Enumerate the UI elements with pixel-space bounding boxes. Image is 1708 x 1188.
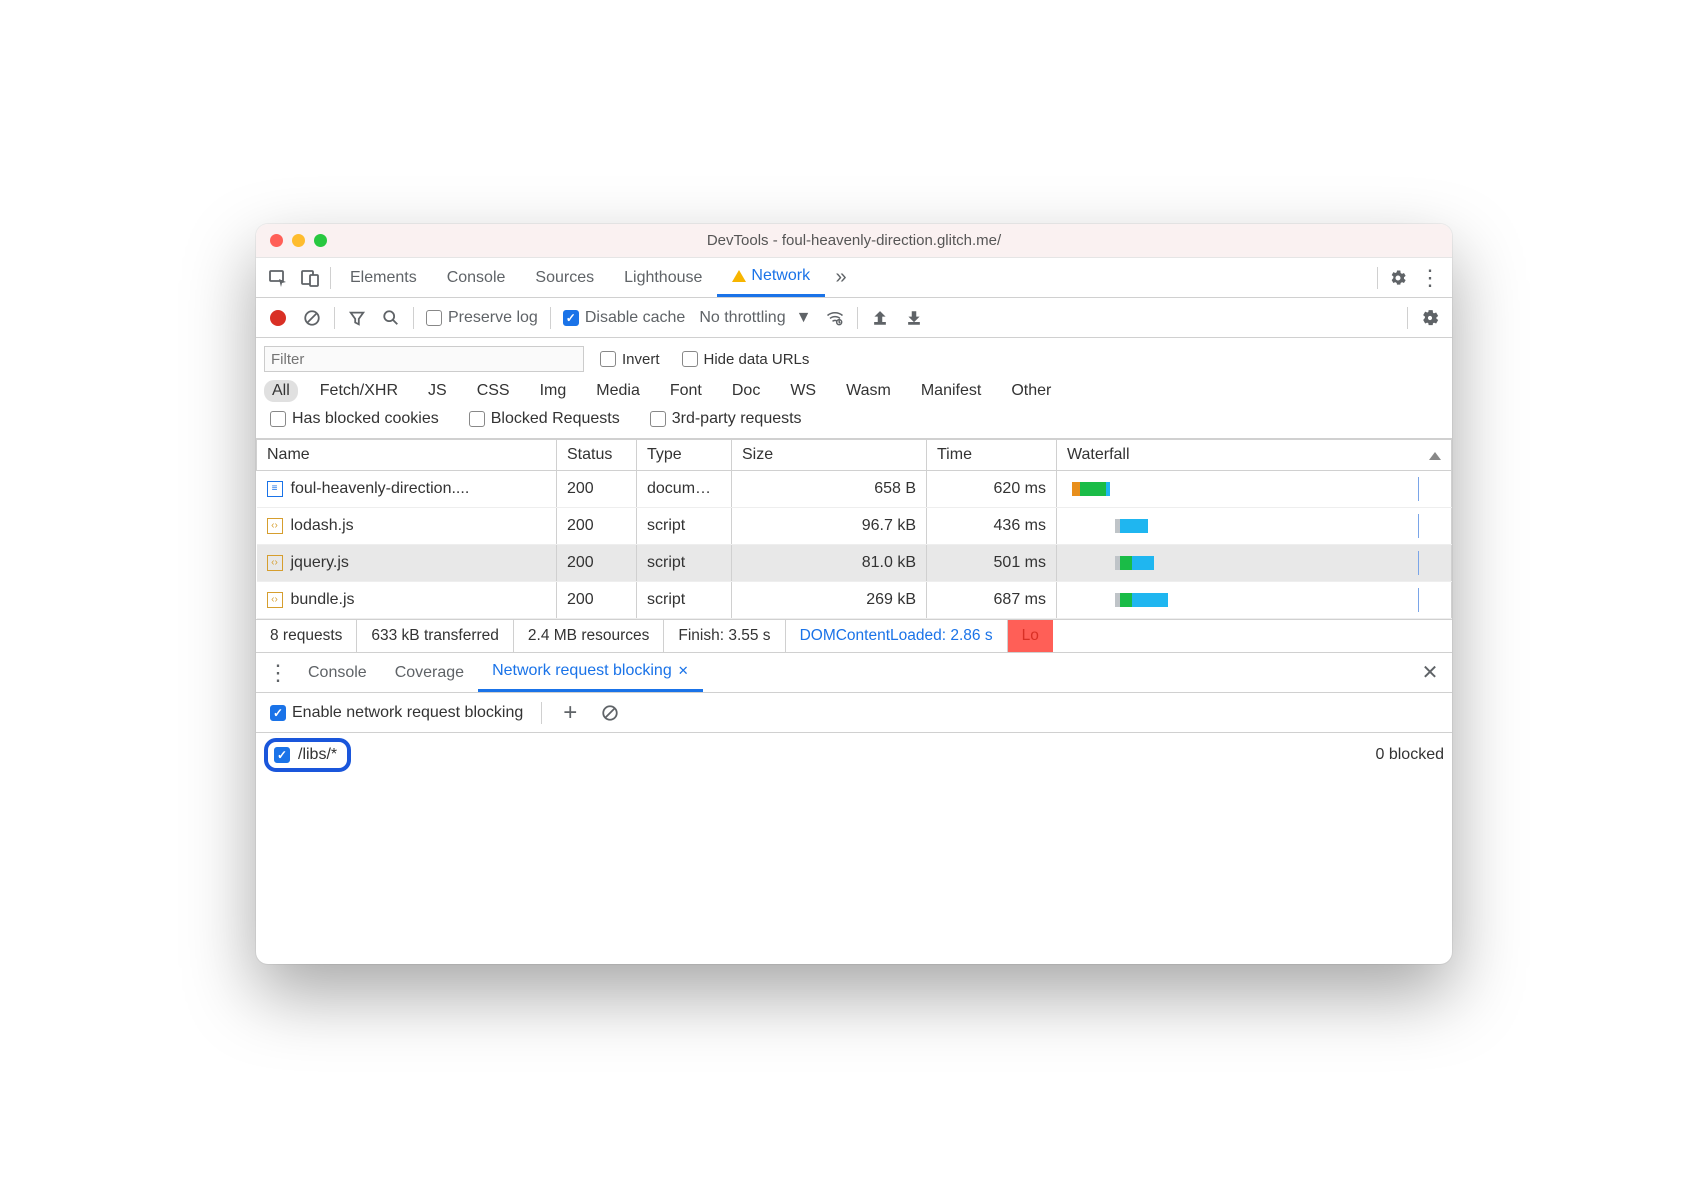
window-title: DevTools - foul-heavenly-direction.glitc… bbox=[256, 232, 1452, 249]
filter-type-all[interactable]: All bbox=[264, 380, 298, 402]
tab-lighthouse[interactable]: Lighthouse bbox=[609, 258, 717, 297]
blocking-pattern-highlight: /libs/* bbox=[264, 738, 351, 772]
divider bbox=[334, 307, 335, 329]
throttling-value: No throttling bbox=[699, 309, 785, 327]
filter-input[interactable] bbox=[264, 346, 584, 372]
divider bbox=[541, 702, 542, 724]
status-load-truncated: Lo bbox=[1008, 620, 1053, 652]
document-icon: ≡ bbox=[267, 481, 283, 497]
filter-type-wasm[interactable]: Wasm bbox=[838, 380, 899, 402]
divider bbox=[1377, 267, 1378, 289]
col-type[interactable]: Type bbox=[637, 440, 732, 471]
filter-icon[interactable] bbox=[341, 302, 373, 334]
col-status[interactable]: Status bbox=[557, 440, 637, 471]
filter-type-manifest[interactable]: Manifest bbox=[913, 380, 989, 402]
preserve-log-label: Preserve log bbox=[448, 309, 538, 327]
drawer-tab-coverage[interactable]: Coverage bbox=[381, 653, 478, 692]
disable-cache-label: Disable cache bbox=[585, 309, 686, 327]
settings-icon[interactable] bbox=[1382, 262, 1414, 294]
divider bbox=[413, 307, 414, 329]
tab-elements[interactable]: Elements bbox=[335, 258, 432, 297]
clear-icon[interactable] bbox=[296, 302, 328, 334]
throttling-select[interactable]: No throttling ▼ bbox=[693, 309, 817, 327]
status-requests: 8 requests bbox=[256, 620, 357, 652]
network-settings-icon[interactable] bbox=[1414, 302, 1446, 334]
blocking-pattern-row: /libs/* 0 blocked bbox=[256, 733, 1452, 777]
tab-console[interactable]: Console bbox=[432, 258, 521, 297]
chevron-down-icon: ▼ bbox=[796, 309, 812, 327]
download-har-icon[interactable] bbox=[898, 302, 930, 334]
table-row[interactable]: ‹›bundle.js200script269 kB687 ms bbox=[257, 582, 1452, 619]
table-row[interactable]: ‹›lodash.js200script96.7 kB436 ms bbox=[257, 508, 1452, 545]
tab-network[interactable]: Network bbox=[717, 258, 825, 297]
divider bbox=[1407, 307, 1408, 329]
divider bbox=[857, 307, 858, 329]
col-time[interactable]: Time bbox=[927, 440, 1057, 471]
drawer-tabs: ⋮ ConsoleCoverageNetwork request blockin… bbox=[256, 653, 1452, 693]
network-toolbar: Preserve log Disable cache No throttling… bbox=[256, 298, 1452, 338]
table-row[interactable]: ≡foul-heavenly-direction....200docum…658… bbox=[257, 471, 1452, 508]
close-drawer-icon[interactable]: ✕ bbox=[1414, 657, 1446, 689]
more-tabs-icon[interactable]: » bbox=[825, 262, 857, 294]
tab-sources[interactable]: Sources bbox=[520, 258, 609, 297]
third-party-checkbox[interactable]: 3rd-party requests bbox=[644, 410, 808, 428]
table-row[interactable]: ‹›jquery.js200script81.0 kB501 ms bbox=[257, 545, 1452, 582]
add-pattern-icon[interactable]: + bbox=[554, 697, 586, 729]
script-icon: ‹› bbox=[267, 518, 283, 534]
devtools-window: DevTools - foul-heavenly-direction.glitc… bbox=[256, 224, 1452, 964]
blocked-requests-checkbox[interactable]: Blocked Requests bbox=[463, 410, 626, 428]
remove-all-patterns-icon[interactable] bbox=[594, 697, 626, 729]
status-resources: 2.4 MB resources bbox=[514, 620, 664, 652]
filter-type-doc[interactable]: Doc bbox=[724, 380, 768, 402]
status-bar: 8 requests 633 kB transferred 2.4 MB res… bbox=[256, 619, 1452, 653]
filter-type-ws[interactable]: WS bbox=[782, 380, 824, 402]
inspect-element-icon[interactable] bbox=[262, 262, 294, 294]
disable-cache-checkbox[interactable]: Disable cache bbox=[557, 309, 692, 327]
filter-type-font[interactable]: Font bbox=[662, 380, 710, 402]
hide-data-urls-checkbox[interactable]: Hide data URLs bbox=[676, 351, 816, 368]
script-icon: ‹› bbox=[267, 555, 283, 571]
titlebar: DevTools - foul-heavenly-direction.glitc… bbox=[256, 224, 1452, 258]
filter-type-js[interactable]: JS bbox=[420, 380, 455, 402]
script-icon: ‹› bbox=[267, 592, 283, 608]
divider bbox=[330, 267, 331, 289]
status-transferred: 633 kB transferred bbox=[357, 620, 514, 652]
pattern-checkbox[interactable] bbox=[274, 747, 290, 763]
upload-har-icon[interactable] bbox=[864, 302, 896, 334]
table-header-row: Name Status Type Size Time Waterfall bbox=[257, 440, 1452, 471]
main-tabs: ElementsConsoleSourcesLighthouseNetwork … bbox=[256, 258, 1452, 298]
filter-type-fetchxhr[interactable]: Fetch/XHR bbox=[312, 380, 406, 402]
warning-icon bbox=[732, 270, 746, 282]
blocked-count: 0 blocked bbox=[1376, 746, 1445, 764]
enable-blocking-checkbox[interactable]: Enable network request blocking bbox=[264, 704, 529, 722]
sort-asc-icon bbox=[1429, 452, 1441, 460]
close-tab-icon[interactable]: ✕ bbox=[678, 663, 689, 679]
kebab-menu-icon[interactable]: ⋮ bbox=[1414, 262, 1446, 294]
col-name[interactable]: Name bbox=[257, 440, 557, 471]
preserve-log-checkbox[interactable]: Preserve log bbox=[420, 309, 544, 327]
has-blocked-cookies-checkbox[interactable]: Has blocked cookies bbox=[264, 410, 445, 428]
col-waterfall[interactable]: Waterfall bbox=[1057, 440, 1452, 471]
pattern-text[interactable]: /libs/* bbox=[298, 746, 337, 764]
filter-type-other[interactable]: Other bbox=[1003, 380, 1059, 402]
drawer-toolbar: Enable network request blocking + bbox=[256, 693, 1452, 733]
record-button[interactable] bbox=[270, 310, 286, 326]
divider bbox=[550, 307, 551, 329]
drawer-kebab-icon[interactable]: ⋮ bbox=[262, 657, 294, 689]
col-size[interactable]: Size bbox=[732, 440, 927, 471]
status-finish: Finish: 3.55 s bbox=[664, 620, 785, 652]
network-conditions-icon[interactable] bbox=[819, 302, 851, 334]
filter-type-img[interactable]: Img bbox=[532, 380, 575, 402]
status-domcontentloaded: DOMContentLoaded: 2.86 s bbox=[786, 620, 1008, 652]
search-icon[interactable] bbox=[375, 302, 407, 334]
invert-checkbox[interactable]: Invert bbox=[594, 351, 666, 368]
drawer-tab-console[interactable]: Console bbox=[294, 653, 381, 692]
filter-type-css[interactable]: CSS bbox=[469, 380, 518, 402]
network-table: Name Status Type Size Time Waterfall ≡fo… bbox=[256, 439, 1452, 619]
filter-area: Invert Hide data URLs All Fetch/XHR JS CSS I… bbox=[256, 338, 1452, 439]
filter-type-media[interactable]: Media bbox=[588, 380, 648, 402]
drawer-tab-network-request-blocking[interactable]: Network request blocking✕ bbox=[478, 653, 703, 692]
device-toolbar-icon[interactable] bbox=[294, 262, 326, 294]
